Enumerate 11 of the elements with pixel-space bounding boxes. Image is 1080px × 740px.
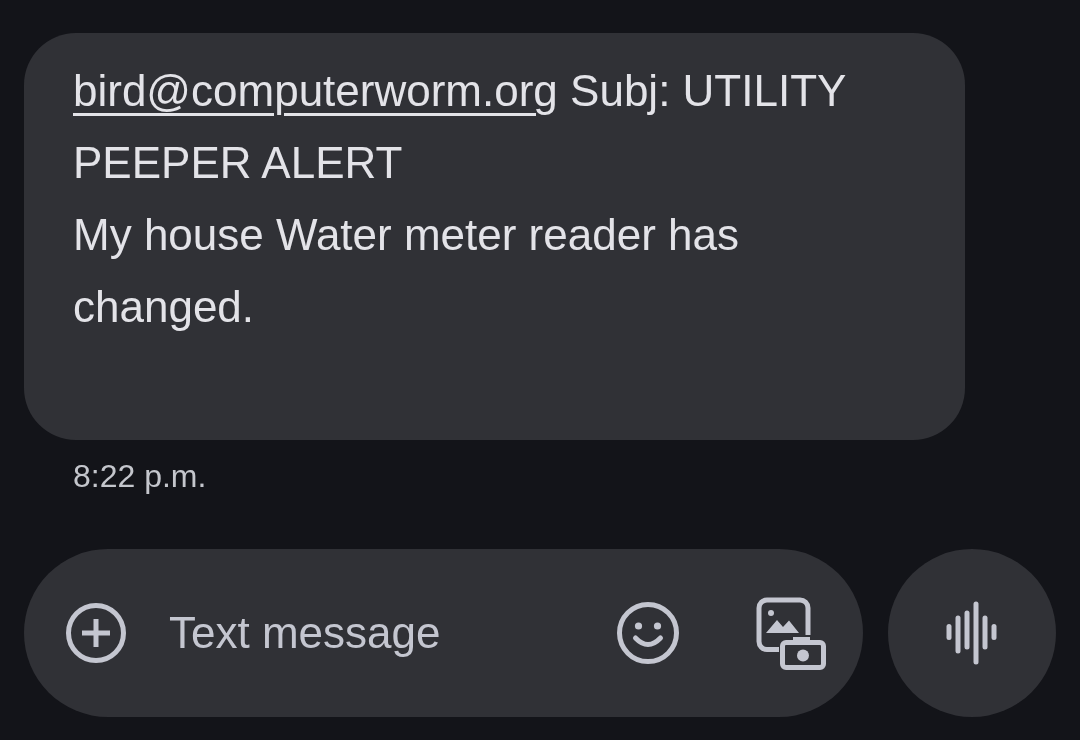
message-text: bird@computerworm.org Subj: UTILITY PEEPER ALERT My house Water meter reader has changed. (73, 65, 847, 333)
message-input[interactable]: Text message (169, 603, 585, 663)
emoji-button[interactable] (617, 602, 679, 664)
smiley-icon (617, 602, 679, 664)
attach-button[interactable] (66, 603, 126, 663)
image-camera-icon (756, 596, 826, 670)
message-time: 8:22 p.m. (73, 457, 207, 496)
email-link[interactable]: bird@computerworm.org (73, 66, 558, 115)
plus-circle-icon (66, 603, 126, 663)
gallery-camera-button[interactable] (756, 596, 826, 670)
waveform-icon (946, 601, 998, 665)
